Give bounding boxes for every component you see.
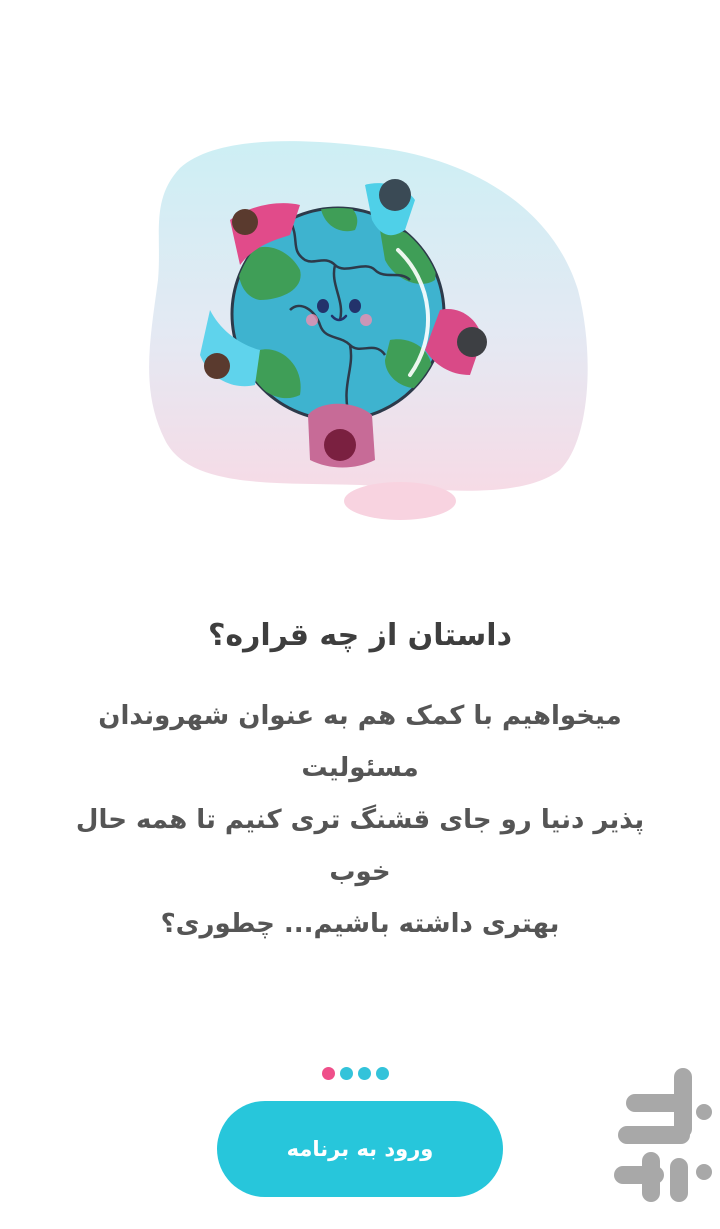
page-title: داستان از چه قراره؟	[208, 618, 512, 653]
intro-description: میخواهیم با کمک هم به عنوان شهروندان مسئ…	[56, 690, 664, 950]
globe-puzzle-people-illustration	[149, 141, 588, 520]
page-indicator	[322, 1067, 389, 1081]
page-dot-active[interactable]	[322, 1067, 335, 1080]
page-dot[interactable]	[340, 1067, 353, 1080]
page-dot[interactable]	[376, 1067, 389, 1080]
description-line: پذیر دنیا رو جای قشنگ تری کنیم تا همه حا…	[75, 805, 645, 887]
description-line: میخواهیم با کمک هم به عنوان شهروندان مسئ…	[98, 701, 622, 783]
enter-app-button[interactable]: ورود به برنامه	[217, 1101, 503, 1197]
store-logo-icon	[614, 1068, 712, 1202]
onboarding-screen: داستان از چه قراره؟ میخواهیم با کمک هم ب…	[0, 0, 720, 1229]
description-line: بهتری داشته باشیم... چطوری؟	[160, 909, 560, 939]
page-dot[interactable]	[358, 1067, 371, 1080]
